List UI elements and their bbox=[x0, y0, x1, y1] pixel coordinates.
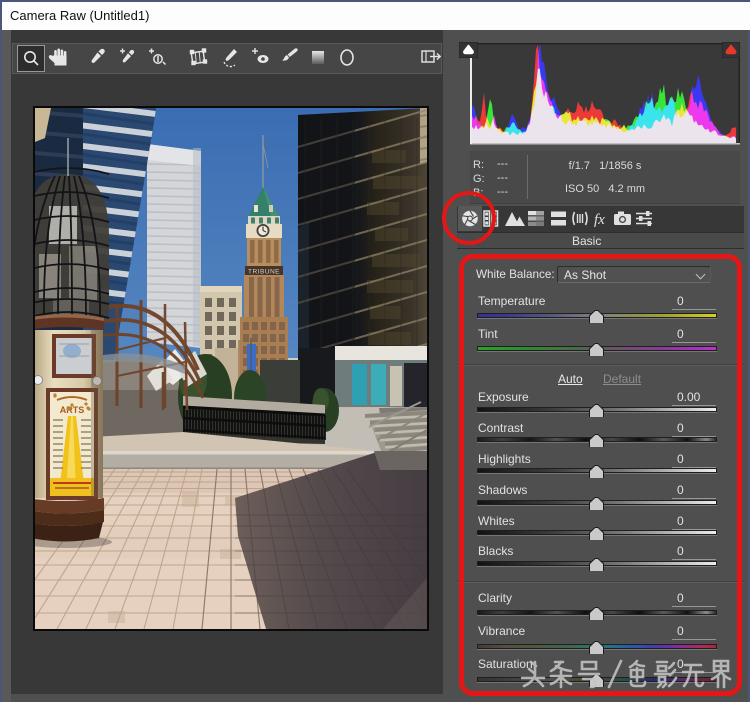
svg-text:TRIBUNE: TRIBUNE bbox=[248, 268, 280, 275]
svg-text:fx: fx bbox=[594, 212, 605, 228]
